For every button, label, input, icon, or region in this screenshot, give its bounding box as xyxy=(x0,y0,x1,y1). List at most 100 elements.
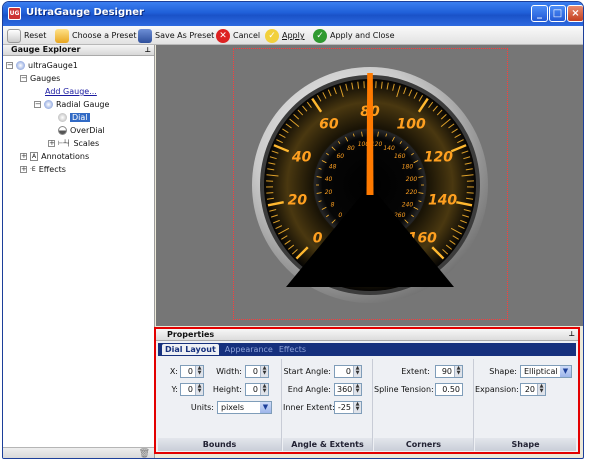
save-preset-button[interactable]: Save As Preset xyxy=(138,27,214,44)
collapse-icon[interactable]: − xyxy=(34,101,41,108)
spline-tension-input[interactable]: 0.50 xyxy=(435,383,463,396)
gauge-explorer-title: Gauge Explorer xyxy=(11,45,81,54)
spinner-arrows-icon[interactable]: ▲ ▼ xyxy=(195,384,203,395)
tree-item-overdial[interactable]: OverDial xyxy=(58,124,105,137)
minimize-button[interactable]: _ xyxy=(531,5,548,22)
y-label: Y: xyxy=(171,385,178,394)
pin-icon[interactable]: ⊥ xyxy=(569,329,575,340)
chevron-down-icon[interactable]: ▼ xyxy=(560,366,571,377)
properties-panel: Properties ⊥ Dial Layout Appearance Effe… xyxy=(154,327,580,454)
tree-label: OverDial xyxy=(70,126,105,135)
apply-label: Apply xyxy=(282,31,305,40)
inner-scale-label: 160 xyxy=(394,153,406,160)
spinner-arrows-icon[interactable]: ▲ ▼ xyxy=(454,366,462,377)
tree-item-radial-gauge[interactable]: − Radial Gauge xyxy=(34,98,109,111)
inner-extent-value: -25 xyxy=(337,403,351,412)
spinner-arrows-icon[interactable]: ▲ ▼ xyxy=(260,384,268,395)
expand-icon[interactable]: + xyxy=(20,153,27,160)
add-gauge-link[interactable]: Add Gauge... xyxy=(45,85,97,98)
radial-gauge-icon xyxy=(44,100,53,109)
gauge-explorer-panel: Gauge Explorer ⊥ − ultraGauge1 − Gauges … xyxy=(3,45,155,458)
x-spinner[interactable]: 0 ▲ ▼ xyxy=(180,365,204,378)
inner-scale-label: 140 xyxy=(383,145,395,152)
start-angle-value: 0 xyxy=(345,367,351,376)
end-angle-value: 360 xyxy=(337,385,353,394)
tree-item-ultragauge1[interactable]: − ultraGauge1 xyxy=(6,59,78,72)
gauge-preview-canvas: 020406080100120140160 082040486080100120… xyxy=(156,45,584,326)
y-spinner[interactable]: 0 ▲ ▼ xyxy=(180,383,204,396)
apply-button[interactable]: ✓ Apply xyxy=(265,27,305,44)
spinner-arrows-icon[interactable]: ▲ ▼ xyxy=(195,366,203,377)
inner-scale-label: 48 xyxy=(329,163,337,170)
bounds-section-title: Bounds xyxy=(158,438,281,451)
chevron-down-icon[interactable]: ▼ xyxy=(260,402,271,413)
cancel-icon: ✕ xyxy=(216,28,230,43)
pin-icon[interactable]: ⊥ xyxy=(145,45,151,55)
inner-scale-label: 180 xyxy=(402,163,414,170)
angle-extents-section-title: Angle & Extents xyxy=(283,438,372,451)
shape-section-title: Shape xyxy=(475,438,576,451)
tab-appearance[interactable]: Appearance xyxy=(225,345,273,354)
tab-dial-layout[interactable]: Dial Layout xyxy=(162,344,219,355)
maximize-button[interactable]: □ xyxy=(549,5,566,22)
app-icon: UG xyxy=(8,7,21,20)
reset-label: Reset xyxy=(24,31,47,40)
close-button[interactable]: × xyxy=(567,5,583,22)
collapse-icon[interactable]: − xyxy=(6,62,13,69)
inner-extent-label: Inner Extent: xyxy=(283,403,336,412)
tree-item-annotations[interactable]: + A Annotations xyxy=(20,150,89,163)
tab-effects[interactable]: Effects xyxy=(279,345,306,354)
width-spinner[interactable]: 0 ▲ ▼ xyxy=(245,365,269,378)
expand-icon[interactable]: + xyxy=(48,140,55,147)
height-spinner[interactable]: 0 ▲ ▼ xyxy=(245,383,269,396)
end-angle-spinner[interactable]: 360 ▲ ▼ xyxy=(334,383,362,396)
tree-item-gauges[interactable]: − Gauges xyxy=(20,72,60,85)
end-angle-label: End Angle: xyxy=(287,385,331,394)
tree-item-effects[interactable]: + ·E Effects xyxy=(20,163,66,176)
outer-scale-label: 140 xyxy=(428,192,457,208)
extent-spinner[interactable]: 90 ▲ ▼ xyxy=(435,365,463,378)
start-angle-spinner[interactable]: 0 ▲ ▼ xyxy=(334,365,362,378)
y-value: 0 xyxy=(187,385,193,394)
add-gauge-label: Add Gauge... xyxy=(45,87,97,96)
reset-button[interactable]: Reset xyxy=(7,27,46,44)
spinner-arrows-icon[interactable]: ▲ ▼ xyxy=(353,384,361,395)
outer-scale-label: 100 xyxy=(396,116,425,132)
delete-trash-icon[interactable]: 🗑 xyxy=(139,449,150,458)
corners-section: Extent: 90 ▲ ▼ Spline Tension: 0.50 Corner… xyxy=(374,359,474,451)
x-label: X: xyxy=(169,367,178,376)
apply-close-button[interactable]: ✓ Apply and Close xyxy=(313,27,395,44)
spinner-arrows-icon[interactable]: ▲ ▼ xyxy=(537,384,545,395)
overdial-icon xyxy=(58,126,67,135)
inner-scale-label: 0 xyxy=(338,212,342,219)
minor-tick xyxy=(266,192,274,194)
properties-title: Properties xyxy=(167,330,215,339)
apply-close-check-icon: ✓ xyxy=(313,28,327,43)
gauge-icon xyxy=(16,61,25,70)
shape-dropdown[interactable]: Elliptical ▼ xyxy=(520,365,572,378)
choose-preset-button[interactable]: Choose a Preset xyxy=(55,27,136,44)
extent-value: 90 xyxy=(441,367,452,376)
tree-item-dial[interactable]: Dial xyxy=(58,111,90,124)
expand-icon[interactable]: + xyxy=(20,166,27,173)
title-bar[interactable]: UG UltraGauge Designer _ □ × xyxy=(3,2,583,26)
angle-extents-section: Start Angle: 0 ▲ ▼ End Angle: 360 ▲ ▼ Inner … xyxy=(283,359,373,451)
toolbar: Reset Choose a Preset Save As Preset ✕ C… xyxy=(3,26,583,45)
units-dropdown[interactable]: pixels ▼ xyxy=(217,401,272,414)
cancel-label: Cancel xyxy=(233,31,261,40)
tree-item-scales[interactable]: + ⊢┴┤ Scales xyxy=(48,137,99,150)
spinner-arrows-icon[interactable]: ▲ ▼ xyxy=(260,366,268,377)
shape-section: Shape: Elliptical ▼ Expansion: 20 ▲ ▼ Shape xyxy=(475,359,576,451)
outer-scale-label: 120 xyxy=(424,150,453,166)
inner-extent-spinner[interactable]: -25 ▲ ▼ xyxy=(334,401,362,414)
cancel-button[interactable]: ✕ Cancel xyxy=(216,27,260,44)
spinner-arrows-icon[interactable]: ▲ ▼ xyxy=(353,402,361,413)
apply-check-icon: ✓ xyxy=(265,28,279,43)
expansion-spinner[interactable]: 20 ▲ ▼ xyxy=(520,383,546,396)
spinner-arrows-icon[interactable]: ▲ ▼ xyxy=(353,366,361,377)
tree-label: Annotations xyxy=(41,152,90,161)
collapse-icon[interactable]: − xyxy=(20,75,27,82)
shape-value: Elliptical xyxy=(524,367,558,376)
expansion-value: 20 xyxy=(524,385,535,394)
radial-gauge[interactable]: 020406080100120140160 082040486080100120… xyxy=(156,45,584,326)
